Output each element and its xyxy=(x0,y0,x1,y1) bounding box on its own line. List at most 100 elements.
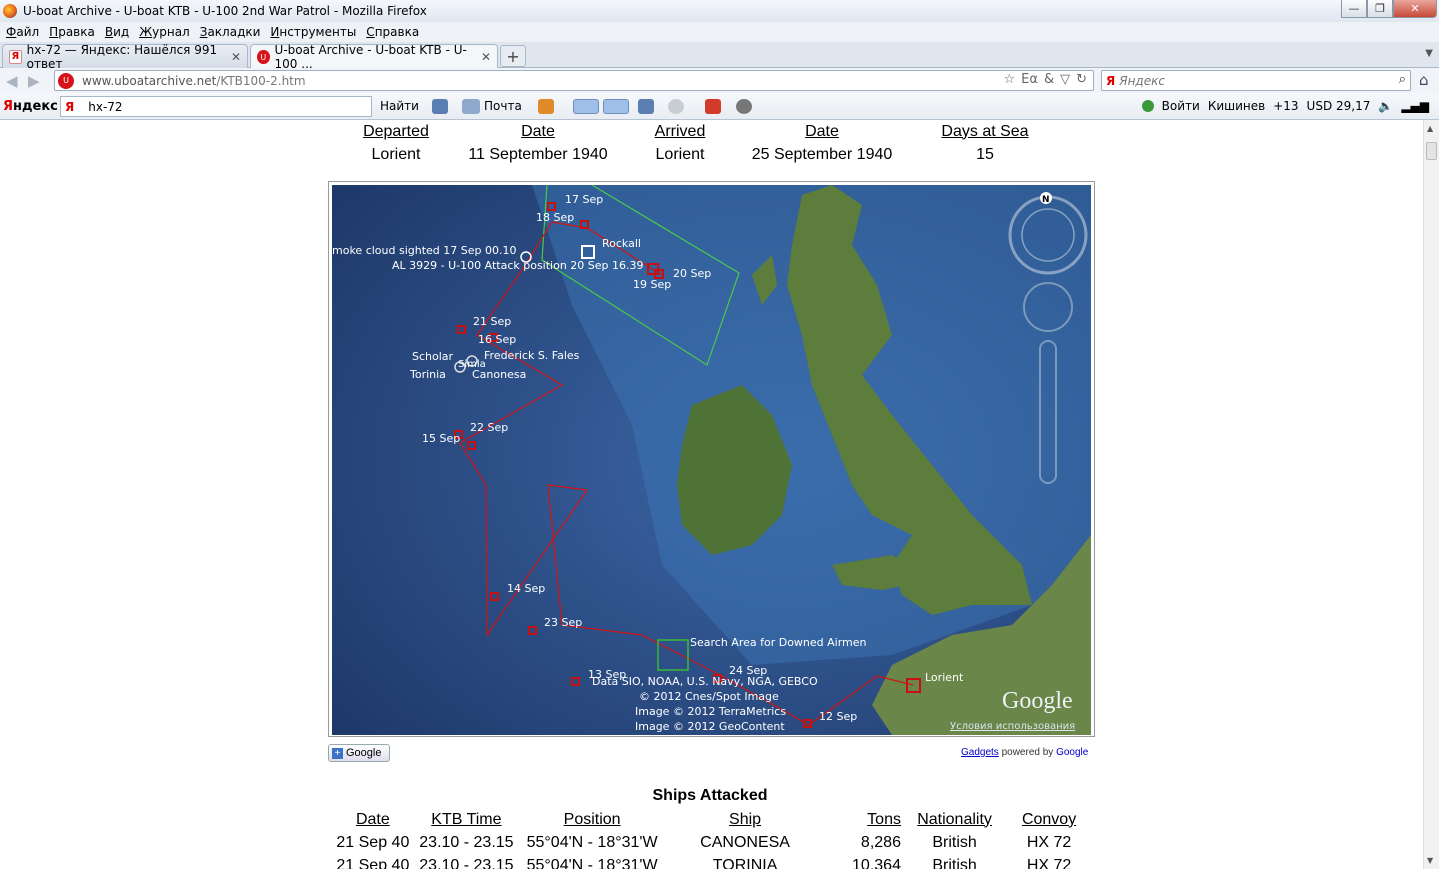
header-date: Date xyxy=(805,122,839,140)
search-input[interactable] xyxy=(1119,73,1380,88)
yandex-search-field[interactable]: Я hx-72 xyxy=(60,96,372,117)
reload-icon[interactable]: ↻ xyxy=(1076,72,1087,87)
cell-ship: CANONESA xyxy=(700,833,790,851)
menu-bookmarks[interactable]: Закладки xyxy=(200,25,261,39)
scroll-thumb[interactable] xyxy=(1426,142,1437,160)
tab-close-icon[interactable]: ✕ xyxy=(231,50,241,64)
page-content: Departed Date Arrived Date Days at Sea L… xyxy=(0,120,1423,869)
value-departed: Lorient xyxy=(371,145,421,163)
url-host: www.uboatarchive.net xyxy=(82,73,217,88)
yandex-search-icon: Я xyxy=(1106,73,1116,88)
patrol-map[interactable]: 17 Sep 18 Sep Rockall moke cloud sighted… xyxy=(328,181,1095,737)
credit-cnes: © 2012 Cnes/Spot Image xyxy=(639,690,779,703)
cell-ship: TORINIA xyxy=(712,856,778,869)
market-icon[interactable] xyxy=(538,99,554,114)
ships-attacked-table: Date KTB Time Position Ship Tons Nationa… xyxy=(330,808,1090,869)
back-arrow-icon[interactable]: ◀ xyxy=(6,72,18,90)
firefox-icon xyxy=(3,4,17,18)
screenshot-icon[interactable] xyxy=(432,99,448,114)
menu-help[interactable]: Справка xyxy=(366,25,419,39)
menu-edit[interactable]: Правка xyxy=(49,25,95,39)
currency-rate[interactable]: USD 29,17 xyxy=(1307,99,1371,113)
scroll-down-icon[interactable]: ▼ xyxy=(1427,856,1433,865)
label-20-sep: 20 Sep xyxy=(673,267,711,280)
weather-temp[interactable]: +13 xyxy=(1273,99,1298,113)
cell-tons: 8,286 xyxy=(860,833,901,851)
mail-icon[interactable] xyxy=(462,99,480,114)
header-date: Date xyxy=(355,810,390,828)
map-svg[interactable]: 17 Sep 18 Sep Rockall moke cloud sighted… xyxy=(332,185,1091,735)
title-bar: U-boat Archive - U-boat KTB - U-100 2nd … xyxy=(0,0,1439,22)
ampersand-icon[interactable]: & xyxy=(1044,72,1054,87)
new-tab-button[interactable]: + xyxy=(500,45,526,67)
plus-icon: + xyxy=(332,747,343,759)
maximize-button[interactable]: ❐ xyxy=(1367,0,1393,18)
google-link[interactable]: Google xyxy=(1056,747,1088,758)
bookmarks-toolbar-icon[interactable] xyxy=(638,99,654,114)
yandex-toolbar: Яндекс ▾ Я hx-72 Найти Почта Войти Кишин… xyxy=(0,93,1439,120)
terms-link[interactable]: Условия использования xyxy=(950,721,1075,732)
menu-file[interactable]: Файл xyxy=(6,25,39,39)
window-controls: — ❐ ✕ xyxy=(1341,0,1437,18)
tab-label: U-boat Archive - U-boat KTB - U-100 ... xyxy=(274,43,467,71)
scroll-up-icon[interactable]: ▲ xyxy=(1427,124,1433,133)
tab-yandex-search[interactable]: Я hx-72 — Яндекс: Нашёлся 991 ответ ✕ xyxy=(2,42,248,71)
menu-view[interactable]: Вид xyxy=(105,25,129,39)
vertical-scrollbar[interactable]: ▲ ▼ xyxy=(1423,120,1439,869)
translate-toolbar-icon[interactable] xyxy=(603,99,629,114)
login-button[interactable]: Войти xyxy=(1162,99,1200,113)
forward-arrow-icon[interactable]: ▶ xyxy=(28,72,40,90)
menu-history[interactable]: Журнал xyxy=(139,25,190,39)
table-row: 21 Sep 40 23.10 - 23.15 55°04'N - 18°31'… xyxy=(330,854,1090,869)
signal-icon[interactable]: ▂▄▆ xyxy=(1401,99,1429,113)
cell-position: 55°04'N - 18°31'W xyxy=(526,856,658,869)
bookmark-star-icon[interactable]: ☆ xyxy=(1004,72,1016,87)
gear-icon[interactable] xyxy=(736,99,752,114)
yandex-logo[interactable]: Яндекс ▾ xyxy=(3,99,68,114)
minimize-button[interactable]: — xyxy=(1341,0,1367,18)
tab-close-icon[interactable]: ✕ xyxy=(481,50,491,64)
site-identity-icon[interactable]: U xyxy=(58,72,74,89)
cell-date: 21 Sep 40 xyxy=(336,856,410,869)
antivirus-icon[interactable] xyxy=(705,99,721,114)
compass-n-label: N xyxy=(1042,195,1050,205)
powered-by-text: powered by xyxy=(998,747,1057,758)
search-bar[interactable]: Я ⌕ xyxy=(1101,70,1411,91)
cell-date: 21 Sep 40 xyxy=(336,833,410,851)
url-bar[interactable]: U www.uboatarchive.net /KTB100-2.htm ☆ E… xyxy=(54,70,1094,91)
mail-button[interactable]: Почта xyxy=(484,99,522,113)
close-button[interactable]: ✕ xyxy=(1393,0,1437,18)
gadgets-link[interactable]: Gadgets xyxy=(961,747,999,758)
add-to-google-label: Google xyxy=(346,747,382,759)
weather-city[interactable]: Кишинев xyxy=(1208,99,1265,113)
header-date: Date xyxy=(521,122,555,140)
login-icon xyxy=(1141,100,1154,112)
cell-convoy: HX 72 xyxy=(1026,856,1072,869)
header-tons: Tons xyxy=(867,810,901,828)
cell-position: 55°04'N - 18°31'W xyxy=(526,833,658,851)
spellcheck-icon[interactable] xyxy=(573,99,599,114)
search-icon[interactable]: ⌕ xyxy=(1399,72,1406,87)
translate-icon[interactable]: Eα xyxy=(1021,72,1038,87)
dropdown-arrow-icon[interactable]: ▽ xyxy=(1060,72,1070,87)
volume-icon[interactable]: 🔈 xyxy=(1378,99,1393,113)
value-days-at-sea: 15 xyxy=(976,145,994,163)
header-convoy: Convoy xyxy=(1021,810,1077,828)
label-16-sep: 16 Sep xyxy=(478,333,516,346)
table-row: Date KTB Time Position Ship Tons Nationa… xyxy=(330,808,1090,831)
add-to-google-button[interactable]: + Google xyxy=(328,744,390,762)
menu-tools[interactable]: Инструменты xyxy=(270,25,356,39)
header-arrived: Arrived xyxy=(654,122,706,140)
tab-label: hx-72 — Яндекс: Нашёлся 991 ответ xyxy=(26,42,218,71)
tab-uboat-archive[interactable]: U U-boat Archive - U-boat KTB - U-100 ..… xyxy=(250,43,498,71)
value-arrived-date: 25 September 1940 xyxy=(751,145,893,163)
find-button[interactable]: Найти xyxy=(380,99,419,113)
home-icon[interactable]: ⌂ xyxy=(1419,71,1429,89)
cell-ktb-time: 23.10 - 23.15 xyxy=(419,833,514,851)
window-title: U-boat Archive - U-boat KTB - U-100 2nd … xyxy=(23,4,427,18)
chat-icon[interactable] xyxy=(668,99,684,114)
label-15-sep: 15 Sep xyxy=(422,432,460,445)
chevron-down-icon[interactable]: ▼ xyxy=(1425,48,1433,59)
value-arrived: Lorient xyxy=(655,145,705,163)
label-19-sep: 19 Sep xyxy=(633,278,671,291)
